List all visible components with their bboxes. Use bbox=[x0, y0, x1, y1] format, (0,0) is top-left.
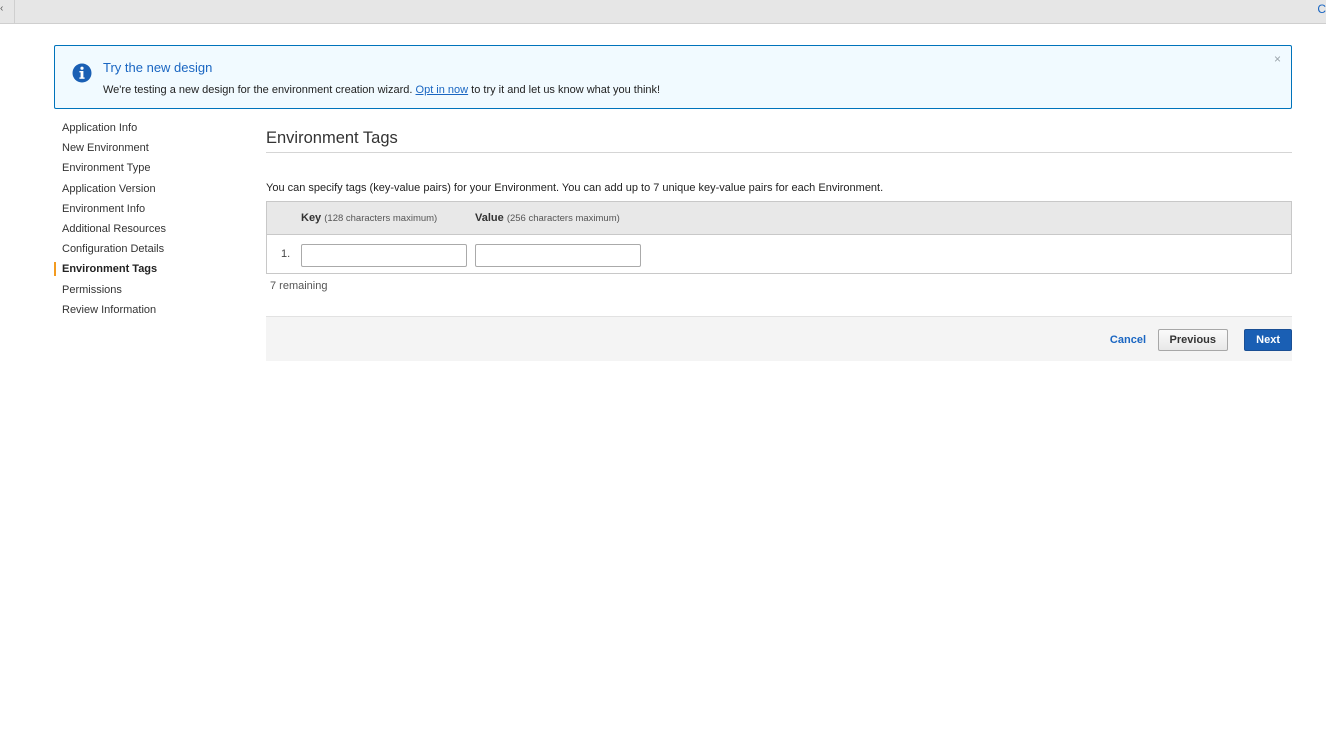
wizard-footer: Cancel Previous Next bbox=[266, 316, 1292, 361]
banner-message-text-end: to try it and let us know what you think… bbox=[471, 84, 661, 96]
browser-top-bar: ‹ C bbox=[0, 0, 1326, 24]
page-title: Environment Tags bbox=[266, 128, 1292, 153]
value-header-label: Value bbox=[475, 212, 504, 224]
nav-item-environment-info[interactable]: Environment Info bbox=[54, 199, 254, 219]
close-icon[interactable]: × bbox=[1274, 52, 1281, 66]
nav-item-application-info[interactable]: Application Info bbox=[54, 118, 254, 138]
key-column-header: Key (128 characters maximum) bbox=[301, 212, 437, 224]
back-glyph: ‹ bbox=[0, 3, 4, 14]
main-content: Environment Tags You can specify tags (k… bbox=[266, 128, 1292, 361]
key-header-hint: (128 characters maximum) bbox=[324, 213, 438, 224]
nav-item-new-environment[interactable]: New Environment bbox=[54, 138, 254, 158]
new-design-banner: Try the new design We're testing a new d… bbox=[54, 45, 1292, 109]
tags-table: Key (128 characters maximum) Value (256 … bbox=[266, 201, 1292, 274]
wizard-step-nav: Application Info New Environment Environ… bbox=[54, 118, 254, 320]
nav-item-review-information[interactable]: Review Information bbox=[54, 300, 254, 320]
row-number: 1. bbox=[281, 248, 291, 260]
next-button[interactable]: Next bbox=[1244, 329, 1292, 351]
nav-item-application-version[interactable]: Application Version bbox=[54, 179, 254, 199]
top-right-link[interactable]: C bbox=[1317, 0, 1326, 18]
info-icon bbox=[72, 63, 92, 83]
banner-title: Try the new design bbox=[103, 60, 213, 75]
key-header-label: Key bbox=[301, 212, 322, 224]
value-header-hint: (256 characters maximum) bbox=[506, 213, 620, 224]
remaining-count: 7 remaining bbox=[270, 280, 328, 292]
tags-table-header: Key (128 characters maximum) Value (256 … bbox=[267, 202, 1291, 235]
nav-item-environment-tags[interactable]: Environment Tags bbox=[54, 259, 254, 279]
banner-message-text: We're testing a new design for the envir… bbox=[103, 84, 413, 96]
tag-value-input[interactable] bbox=[475, 244, 641, 267]
banner-message: We're testing a new design for the envir… bbox=[103, 84, 660, 96]
nav-item-permissions[interactable]: Permissions bbox=[54, 280, 254, 300]
nav-item-environment-type[interactable]: Environment Type bbox=[54, 158, 254, 178]
nav-item-additional-resources[interactable]: Additional Resources bbox=[54, 219, 254, 239]
cancel-button[interactable]: Cancel bbox=[1110, 334, 1146, 346]
page-description: You can specify tags (key-value pairs) f… bbox=[266, 182, 884, 194]
tag-key-input[interactable] bbox=[301, 244, 467, 267]
table-row: 1. bbox=[267, 235, 1291, 273]
opt-in-link[interactable]: Opt in now bbox=[416, 84, 469, 96]
back-tab[interactable]: ‹ bbox=[0, 0, 15, 23]
previous-button[interactable]: Previous bbox=[1157, 329, 1228, 351]
value-column-header: Value (256 characters maximum) bbox=[475, 212, 620, 224]
nav-item-configuration-details[interactable]: Configuration Details bbox=[54, 239, 254, 259]
